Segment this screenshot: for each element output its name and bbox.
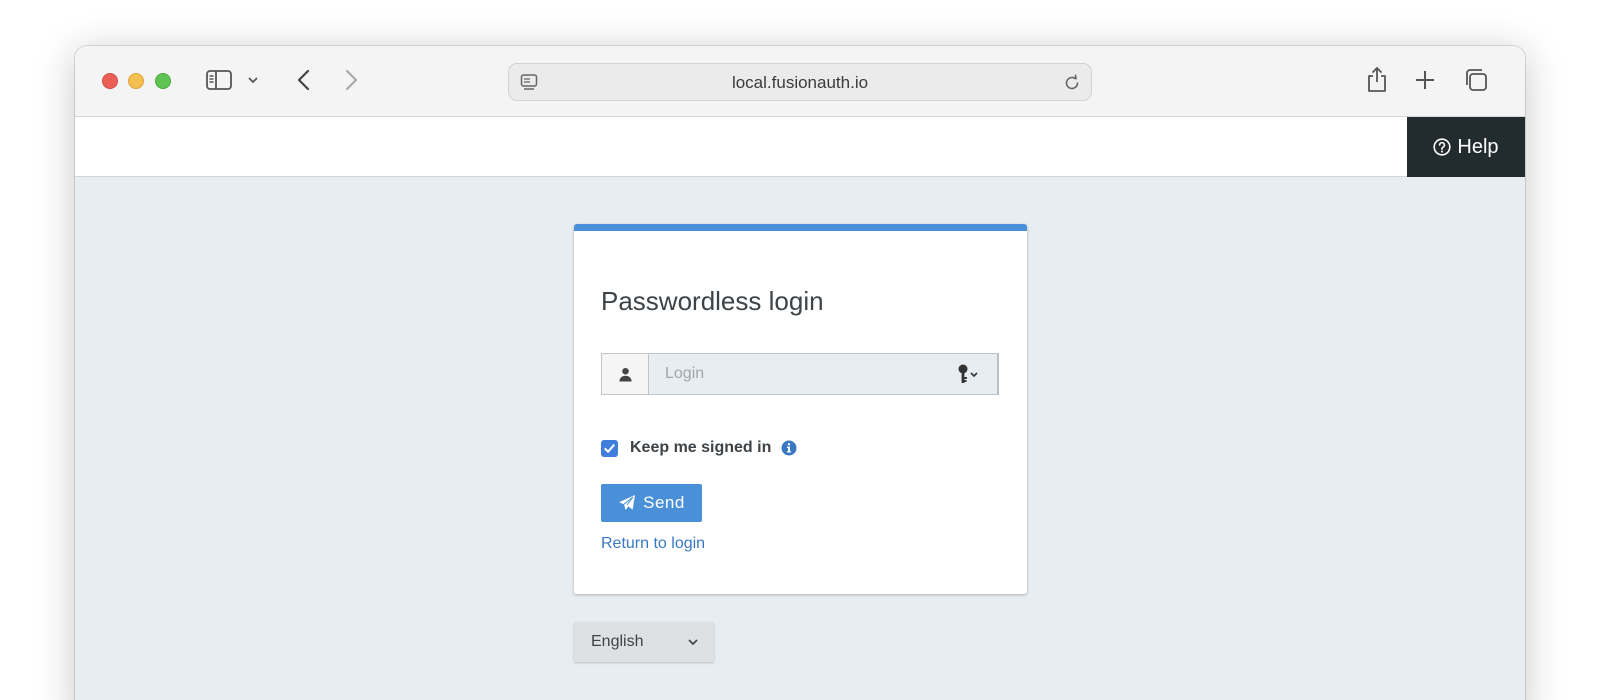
checkmark-icon	[604, 443, 615, 453]
send-button[interactable]: Send	[601, 484, 702, 522]
password-manager-key-icon[interactable]	[955, 363, 981, 385]
language-select[interactable]: English	[574, 622, 714, 662]
browser-toolbar: local.fusionauth.io	[75, 46, 1525, 117]
address-bar[interactable]: local.fusionauth.io	[508, 63, 1092, 101]
back-arrow-icon[interactable]	[293, 66, 315, 94]
login-field-group	[601, 353, 999, 395]
tab-overview-icon[interactable]	[1463, 67, 1489, 93]
zoom-window-button[interactable]	[155, 73, 171, 89]
language-selected-value: English	[591, 633, 644, 650]
minimize-window-button[interactable]	[128, 73, 144, 89]
reload-icon[interactable]	[1062, 73, 1082, 93]
share-icon[interactable]	[1365, 64, 1389, 94]
chevron-down-icon	[686, 635, 700, 649]
keep-signed-in-row: Keep me signed in	[601, 439, 797, 457]
user-icon	[601, 353, 648, 395]
forward-arrow-icon[interactable]	[340, 66, 362, 94]
keep-signed-in-label[interactable]: Keep me signed in	[630, 439, 771, 457]
paper-plane-icon	[619, 495, 636, 510]
url-text: local.fusionauth.io	[731, 73, 869, 92]
app-header: Help	[75, 117, 1525, 177]
help-label: Help	[1457, 135, 1499, 158]
close-window-button[interactable]	[102, 73, 118, 89]
help-button[interactable]: Help	[1407, 117, 1525, 177]
login-input[interactable]	[648, 353, 999, 395]
browser-window: local.fusionauth.io Help Passwordless lo…	[75, 46, 1525, 700]
return-to-login-link[interactable]: Return to login	[601, 535, 705, 553]
send-label: Send	[643, 493, 685, 512]
sidebar-toggle-icon[interactable]	[205, 68, 233, 92]
passwordless-login-panel: Passwordless login Keep me signed in Sen…	[574, 224, 1027, 594]
info-icon[interactable]	[781, 440, 797, 456]
keep-signed-in-checkbox[interactable]	[601, 439, 618, 457]
chevron-down-icon[interactable]	[245, 72, 261, 88]
question-circle-icon	[1433, 138, 1452, 156]
new-tab-icon[interactable]	[1413, 68, 1437, 92]
page-title: Passwordless login	[601, 286, 824, 316]
